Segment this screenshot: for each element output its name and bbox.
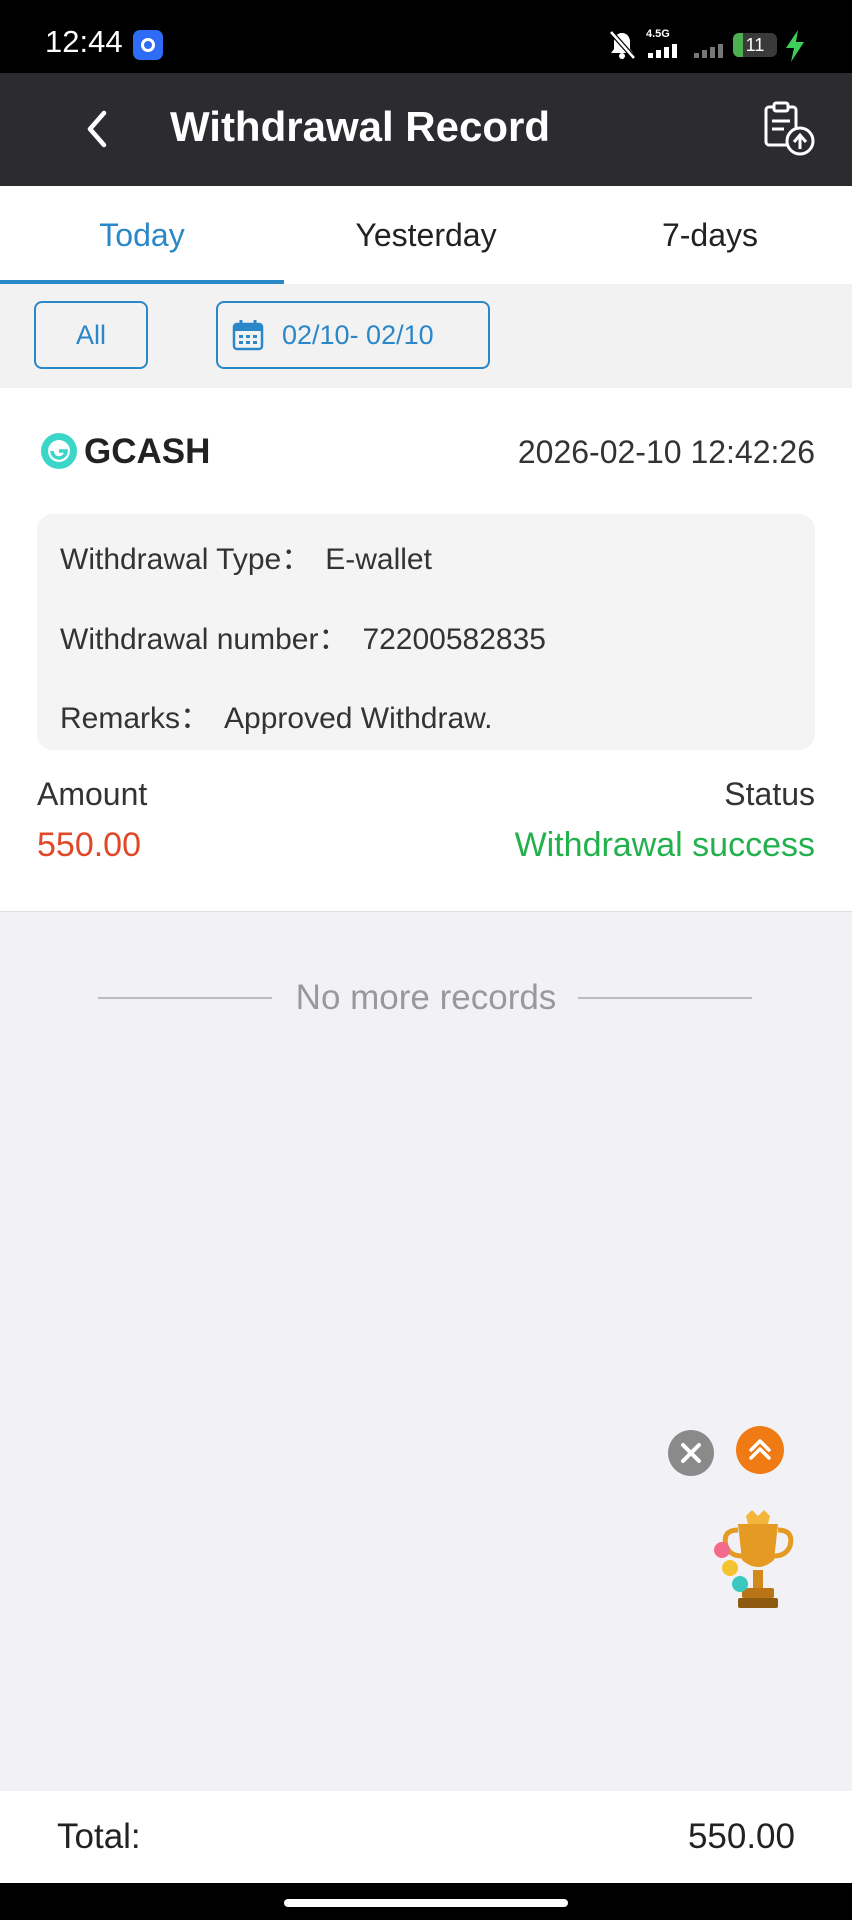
record-details: Withdrawal Type： E-wallet Withdrawal numb… [37, 514, 815, 750]
tab-7-days[interactable]: 7-days [568, 186, 852, 284]
system-nav-bar [0, 1883, 852, 1920]
status-label: Status [724, 776, 815, 812]
scroll-to-top-icon[interactable] [736, 1426, 784, 1474]
network-type: 4.5G [646, 28, 670, 40]
remarks-label: Remarks： [60, 702, 211, 735]
remarks-row: Remarks： Approved Withdraw. [60, 693, 492, 737]
withdrawal-type-label: Withdrawal Type： [60, 543, 312, 576]
total-bar: Total: 550.00 [0, 1791, 852, 1883]
withdrawal-record-card[interactable]: GCASH 2026-02-10 12:42:26 Withdrawal Typ… [0, 388, 852, 912]
date-tabs: Today Yesterday 7-days [0, 186, 852, 285]
filter-bar: All 02/10- 02/10 [0, 284, 852, 388]
withdrawal-number-row: Withdrawal number： 72200582835 [60, 614, 546, 658]
chevron-left-icon[interactable] [70, 101, 126, 157]
page-title: Withdrawal Record [170, 103, 551, 150]
calendar-icon [232, 320, 264, 351]
provider-name: GCASH [84, 432, 211, 471]
withdrawal-number-label: Withdrawal number： [60, 623, 349, 656]
bell-off-icon [609, 30, 635, 60]
divider-right [578, 997, 752, 999]
status-value: Withdrawal success [514, 826, 815, 864]
withdrawal-number-value: 72200582835 [362, 623, 546, 656]
remarks-value: Approved Withdraw. [224, 702, 493, 735]
tab-yesterday[interactable]: Yesterday [284, 186, 568, 284]
date-range-button[interactable]: 02/10- 02/10 [216, 301, 490, 369]
total-label: Total: [57, 1817, 141, 1856]
clipboard-upload-icon[interactable] [760, 99, 820, 159]
home-gesture-handle[interactable] [284, 1899, 568, 1907]
total-value: 550.00 [687, 1817, 795, 1856]
record-datetime: 2026-02-10 12:42:26 [517, 434, 815, 470]
amount-label: Amount [37, 776, 148, 812]
date-range-label: 02/10- 02/10 [282, 320, 434, 350]
status-bar: 12:44 4.5G 11 [0, 0, 852, 73]
battery-icon: 11 [733, 33, 777, 57]
filter-all-button[interactable]: All [34, 301, 148, 369]
withdrawal-type-row: Withdrawal Type： E-wallet [60, 534, 432, 578]
trophy-leaderboard-icon[interactable] [708, 1508, 808, 1614]
close-icon[interactable] [668, 1430, 714, 1476]
signal-icon [648, 44, 677, 58]
app-icon [133, 30, 163, 60]
signal-secondary-icon [694, 44, 723, 58]
tab-today[interactable]: Today [0, 186, 284, 284]
battery-level: 11 [745, 35, 765, 55]
status-time: 12:44 [45, 24, 123, 59]
amount-value: 550.00 [37, 826, 141, 864]
app-header: Withdrawal Record [0, 73, 852, 186]
gcash-logo-icon [41, 433, 77, 469]
withdrawal-type-value: E-wallet [325, 543, 432, 576]
charging-icon [786, 30, 804, 62]
list-end-indicator: No more records [0, 968, 852, 1028]
